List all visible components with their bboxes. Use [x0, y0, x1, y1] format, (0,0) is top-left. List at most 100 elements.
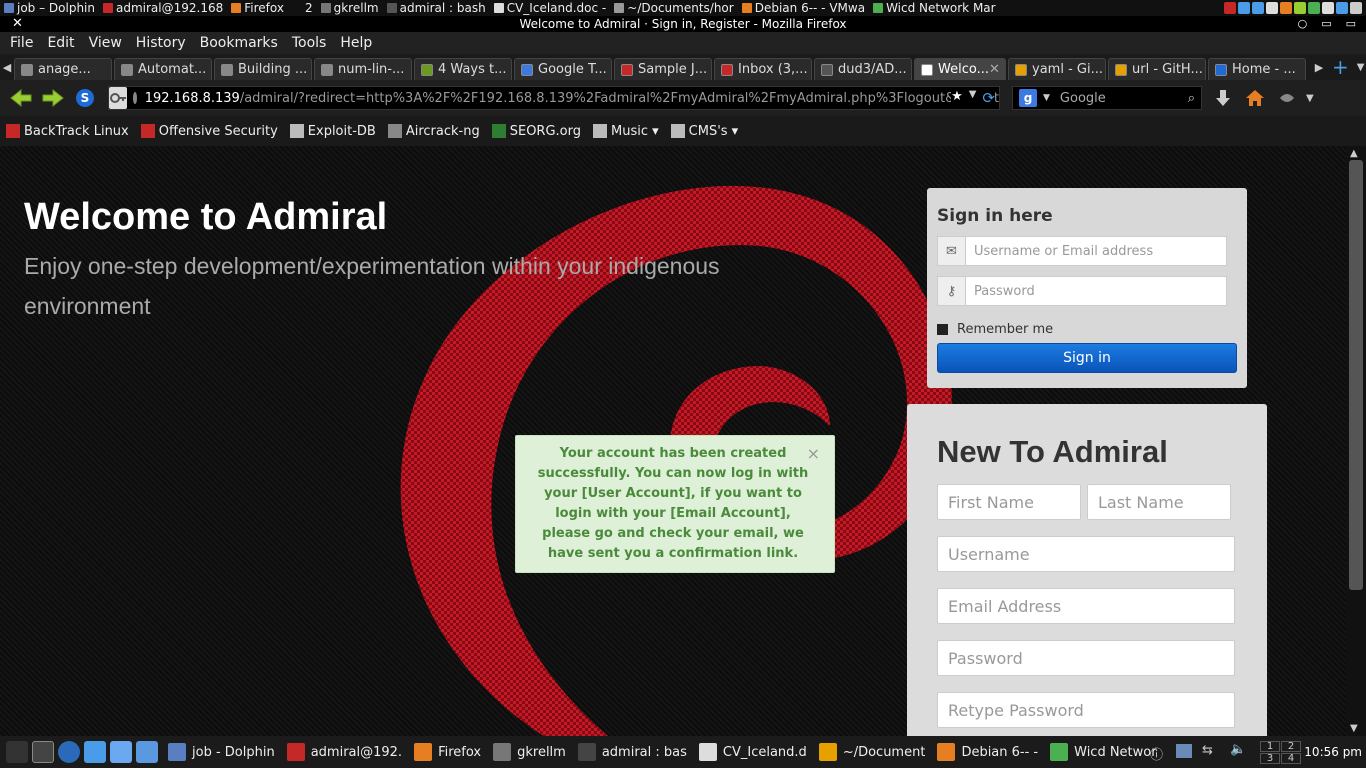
close-alert-icon[interactable]: ×	[807, 444, 820, 464]
username-input[interactable]: Username or Email address	[965, 236, 1227, 266]
addon-button[interactable]	[1274, 85, 1300, 111]
browser-tab[interactable]: yaml - Gi...	[1008, 58, 1106, 80]
menu-tools[interactable]: Tools	[292, 35, 327, 51]
menu-help[interactable]: Help	[340, 35, 372, 51]
password-input[interactable]: Password	[965, 276, 1227, 306]
google-engine-icon[interactable]: g	[1019, 89, 1037, 107]
top-task-item[interactable]: 2	[288, 0, 317, 16]
taskbar-task-item[interactable]: CV_Iceland.d	[698, 743, 807, 761]
browser-tab[interactable]: Google T...	[514, 58, 612, 80]
top-task-item[interactable]: CV_Iceland.doc -	[490, 0, 611, 16]
address-bar[interactable]: 192.168.8.139/admiral/?redirect=http%3A%…	[108, 86, 1000, 110]
search-box[interactable]: g ▼ Google ⌕	[1012, 86, 1202, 110]
search-engine-dropdown-icon[interactable]: ▼	[1043, 93, 1050, 103]
downloads-button[interactable]	[1210, 85, 1236, 111]
browser-tab[interactable]: Automat...	[114, 58, 212, 80]
reload-icon[interactable]: ⟳	[982, 89, 995, 107]
browser-tab[interactable]: Inbox (3,...	[714, 58, 812, 80]
browser-tab[interactable]: dud3/AD...	[814, 58, 912, 80]
taskbar-task-item[interactable]: Wicd Networ	[1050, 743, 1157, 761]
tray-icon[interactable]	[1266, 2, 1278, 14]
browser-tab[interactable]: anage...	[14, 58, 112, 80]
menu-file[interactable]: File	[10, 35, 33, 51]
desktop-4[interactable]: 4	[1281, 753, 1301, 764]
taskbar-task-item[interactable]: job - Dolphin	[168, 743, 275, 761]
username-field[interactable]: Username	[937, 536, 1235, 572]
tray-icon[interactable]	[1238, 2, 1250, 14]
browser-tab[interactable]: 4 Ways t...	[414, 58, 512, 80]
search-icon[interactable]: ⌕	[1188, 91, 1195, 106]
remember-me-checkbox[interactable]	[937, 324, 948, 335]
minimize-icon[interactable]: ▭	[1321, 16, 1331, 32]
close-tab-icon[interactable]: ✕	[989, 62, 1000, 77]
scrollbar-thumb[interactable]	[1349, 160, 1363, 590]
scroll-down-icon[interactable]: ▼	[1350, 723, 1358, 734]
menu-edit[interactable]: Edit	[47, 35, 74, 51]
taskbar-task-item[interactable]: admiral@192.	[286, 743, 402, 761]
top-task-item[interactable]: admiral : bash	[383, 0, 490, 16]
desktop-pager[interactable]: 1234	[1260, 741, 1301, 764]
remember-me-row[interactable]: Remember me	[937, 322, 1237, 337]
files-launcher-icon[interactable]	[110, 741, 132, 763]
top-task-item[interactable]: job – Dolphin	[0, 0, 99, 16]
home-button[interactable]	[1242, 85, 1268, 111]
email-field[interactable]: Email Address	[937, 588, 1235, 624]
top-task-item[interactable]: gkrellm	[317, 0, 383, 16]
menu-dropdown-icon[interactable]: ▼	[1306, 93, 1314, 104]
tray-icon[interactable]	[1294, 2, 1306, 14]
browser-tab[interactable]: Home - ...	[1208, 58, 1306, 80]
signin-button[interactable]: Sign in	[937, 343, 1237, 373]
list-tabs-icon[interactable]: ▼	[1357, 62, 1365, 73]
taskbar-task-item[interactable]: gkrellm	[493, 743, 566, 761]
network-tray-icon[interactable]	[1176, 744, 1192, 758]
top-task-item[interactable]: admiral@192.168	[99, 0, 227, 16]
retype-password-field[interactable]: Retype Password	[937, 692, 1235, 728]
back-button[interactable]	[8, 85, 34, 111]
taskbar-task-item[interactable]: Firefox	[414, 743, 481, 761]
bookmark-item[interactable]: Exploit-DB	[289, 124, 376, 139]
settings-launcher-icon[interactable]	[84, 741, 106, 763]
tray-icon[interactable]	[1322, 2, 1334, 14]
last-name-input[interactable]: Last Name	[1087, 484, 1231, 520]
browser-tab[interactable]: Sample J...	[614, 58, 712, 80]
tray-icon[interactable]	[1336, 2, 1348, 14]
terminal-launcher-icon[interactable]	[32, 741, 54, 763]
bookmark-star-icon[interactable]: ★	[951, 89, 963, 107]
menu-view[interactable]: View	[89, 35, 122, 51]
desktop-2[interactable]: 2	[1281, 741, 1301, 752]
close-window-icon[interactable]: ✕	[12, 16, 23, 32]
first-name-input[interactable]: First Name	[937, 484, 1081, 520]
bookmark-item[interactable]: BackTrack Linux	[6, 124, 129, 139]
bookmark-item[interactable]: CMS's ▾	[670, 124, 738, 139]
bookmark-item[interactable]: Music ▾	[593, 124, 659, 139]
s-addon-button[interactable]: S	[72, 85, 98, 111]
taskbar-task-item[interactable]: Debian 6-- -	[937, 743, 1038, 761]
menu-history[interactable]: History	[136, 35, 186, 51]
browser-tab[interactable]: num-lin-...	[314, 58, 412, 80]
taskbar-task-item[interactable]: ~/Document	[818, 743, 925, 761]
browser-launcher-icon[interactable]	[58, 741, 80, 763]
browser-tab[interactable]: Building ...	[214, 58, 312, 80]
taskbar-task-item[interactable]: admiral : bas	[577, 743, 687, 761]
sticky-icon[interactable]: ○	[1298, 16, 1308, 32]
browser-tab[interactable]: url - GitH...	[1108, 58, 1206, 80]
url-dropdown-icon[interactable]: ▼	[969, 89, 977, 107]
scroll-up-icon[interactable]: ▲	[1350, 148, 1358, 159]
new-tab-icon[interactable]: +	[1332, 55, 1349, 79]
site-identity-icon[interactable]	[109, 87, 127, 109]
search-input[interactable]: Google	[1060, 91, 1106, 106]
top-task-item[interactable]: Debian 6-- - VMwa	[738, 0, 869, 16]
tray-icon[interactable]	[1252, 2, 1264, 14]
files2-launcher-icon[interactable]	[136, 741, 158, 763]
tray-icon[interactable]	[1308, 2, 1320, 14]
bookmark-item[interactable]: Offensive Security	[140, 124, 278, 139]
scroll-tabs-left-icon[interactable]: ◀	[0, 61, 14, 74]
password-field[interactable]: Password	[937, 640, 1235, 676]
desktop-3[interactable]: 3	[1260, 753, 1280, 764]
tray-icon[interactable]	[1224, 2, 1236, 14]
usb-tray-icon[interactable]: ⇆	[1202, 743, 1213, 758]
top-task-item[interactable]: ~/Documents/hor	[610, 0, 737, 16]
maximize-icon[interactable]: ▭	[1346, 16, 1356, 32]
bookmark-item[interactable]: Aircrack-ng	[387, 124, 480, 139]
top-task-item[interactable]: Wicd Network Mar	[869, 0, 1000, 16]
